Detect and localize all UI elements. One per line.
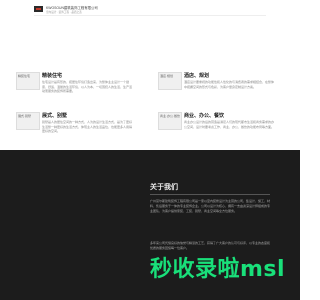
- brand-tagline: 室内设计 · 装饰工程 · 品质之选: [46, 11, 82, 14]
- about-divider: [150, 194, 270, 195]
- service-title[interactable]: 商业、办公、餐饮: [184, 112, 224, 119]
- service-image-alt: 酒店·规划: [160, 74, 173, 78]
- service-title[interactable]: 展式、别墅: [42, 112, 67, 119]
- watermark-text: 秒收录啦msl: [150, 257, 286, 282]
- service-image[interactable]: 精装住宅: [16, 72, 40, 90]
- service-image-alt: 商业·办公·餐饮: [160, 114, 180, 118]
- services-section: KWOSOUN建筑装饰工程有限公司 室内设计 · 装饰工程 · 品质之选 精装住…: [0, 0, 300, 150]
- service-description: 商业办公设计的后的营造是满足人们的现代都市生活和商务需求的办公空间，设计时要考虑…: [184, 120, 275, 129]
- service-description: 别墅是人的居住空间的一种方式，人为的设计生活方式，是为了更好生活整一种更好的生活…: [42, 120, 133, 134]
- logo-mark[interactable]: [34, 6, 43, 12]
- service-image[interactable]: 展式·别墅: [16, 112, 40, 130]
- about-paragraph: 广州富尔斯建筑装饰工程有限公司是一家以室内装修设计为主营的公司，集设计、施工、材…: [150, 199, 271, 213]
- service-title[interactable]: 精装住宅: [42, 72, 62, 79]
- service-title[interactable]: 酒店、规划: [184, 72, 209, 79]
- service-image[interactable]: 酒店·规划: [158, 72, 182, 90]
- about-title: 关于我们: [150, 184, 178, 191]
- header-divider: [34, 15, 266, 16]
- service-image-alt: 精装住宅: [18, 74, 31, 78]
- service-image-alt: 展式·别墅: [18, 114, 31, 118]
- service-image[interactable]: 商业·办公·餐饮: [158, 112, 182, 130]
- service-description: 酒店设计要重视的功能性和人性化的与消费者的需求相结合，在整体中把握空间的形式与色…: [184, 80, 275, 89]
- service-description: 住宅设计是有形的，把居住环境打造出来，为整体业主设计一个健康、舒适、温馨的生活环…: [42, 80, 133, 94]
